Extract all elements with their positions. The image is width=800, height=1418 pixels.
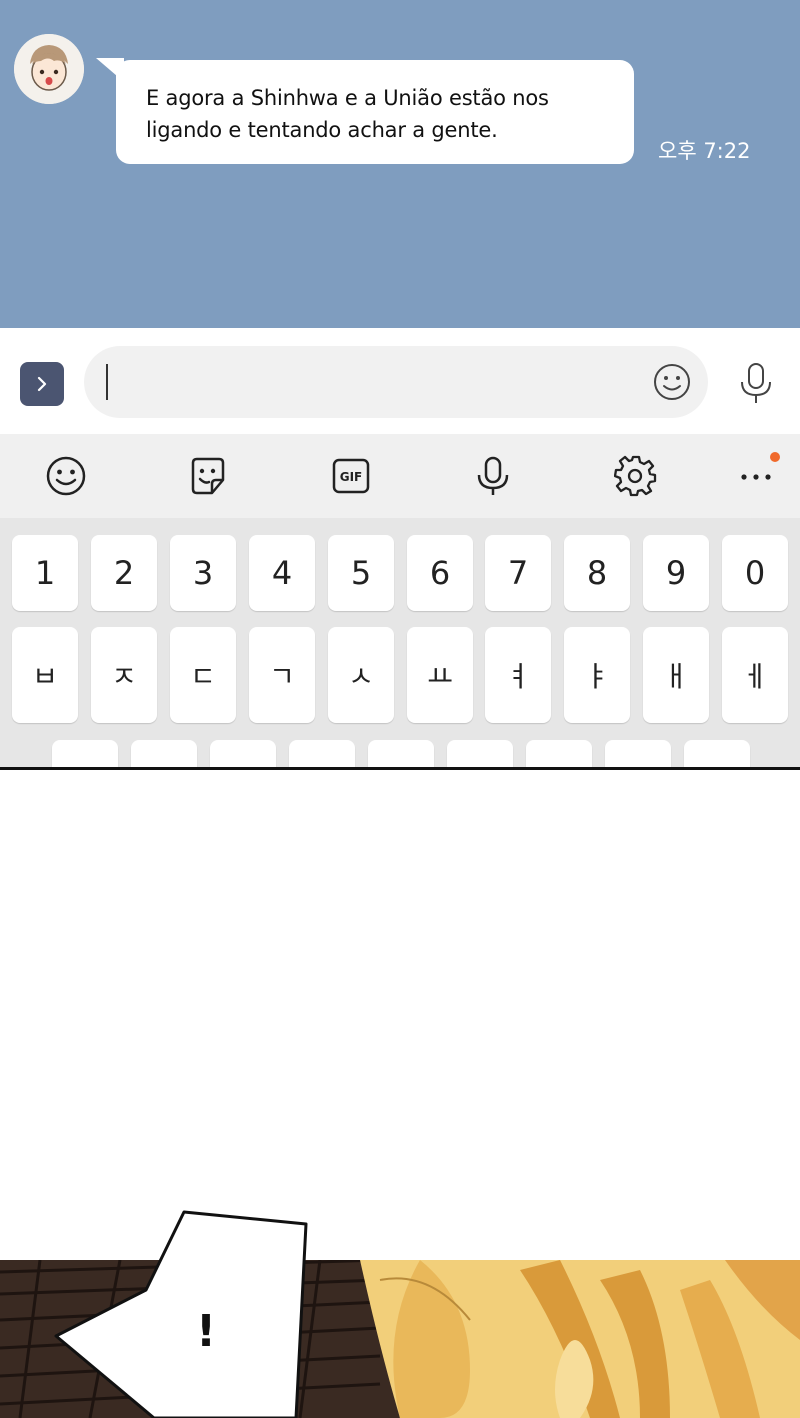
gif-icon: GIF: [332, 458, 370, 494]
smiley-icon: [654, 364, 690, 400]
voice-button[interactable]: [736, 362, 776, 406]
key-yeo[interactable]: ㅕ: [485, 627, 551, 723]
key-partial[interactable]: [210, 740, 276, 768]
key-3[interactable]: 3: [170, 535, 236, 611]
chat-panel: E agora a Shinhwa e a União estão nos li…: [0, 0, 800, 328]
key-5[interactable]: 5: [328, 535, 394, 611]
key-1[interactable]: 1: [12, 535, 78, 611]
keyboard-toolbar: GIF: [0, 434, 800, 518]
key-ae[interactable]: ㅐ: [643, 627, 709, 723]
key-7[interactable]: 7: [485, 535, 551, 611]
gif-label: GIF: [340, 470, 363, 484]
expand-button[interactable]: [20, 362, 64, 406]
key-siot[interactable]: ㅅ: [328, 627, 394, 723]
key-e[interactable]: ㅔ: [722, 627, 788, 723]
key-partial[interactable]: [131, 740, 197, 768]
avatar-face-icon: [14, 34, 84, 104]
toolbar-sticker-button[interactable]: [186, 454, 230, 498]
avatar[interactable]: [14, 34, 84, 104]
keyboard: 1 2 3 4 5 6 7 8 9 0 ㅂ ㅈ ㄷ ㄱ ㅅ ㅛ ㅕ ㅑ ㅐ ㅔ: [0, 518, 800, 768]
notification-dot: [770, 452, 780, 462]
key-4[interactable]: 4: [249, 535, 315, 611]
key-partial[interactable]: [289, 740, 355, 768]
microphone-icon: [741, 363, 771, 403]
key-partial[interactable]: [447, 740, 513, 768]
key-partial[interactable]: [52, 740, 118, 768]
sticker-icon: [191, 457, 225, 495]
key-0[interactable]: 0: [722, 535, 788, 611]
key-jieut[interactable]: ㅈ: [91, 627, 157, 723]
emoji-button[interactable]: [652, 362, 692, 402]
chevron-right-icon: [37, 376, 47, 392]
key-partial[interactable]: [526, 740, 592, 768]
key-ya[interactable]: ㅑ: [564, 627, 630, 723]
panel-border: [0, 767, 800, 770]
message-timestamp: 오후 7:22: [658, 139, 751, 163]
message-bubble[interactable]: E agora a Shinhwa e a União estão nos li…: [116, 60, 634, 164]
key-partial[interactable]: [605, 740, 671, 768]
toolbar-voice-button[interactable]: [471, 454, 515, 498]
toolbar-settings-button[interactable]: [614, 454, 658, 498]
key-8[interactable]: 8: [564, 535, 630, 611]
key-giyeok[interactable]: ㄱ: [249, 627, 315, 723]
key-bieup[interactable]: ㅂ: [12, 627, 78, 723]
emoji-icon: [46, 456, 86, 496]
text-cursor: [106, 364, 108, 400]
message-line-2: ligando e tentando achar a gente.: [146, 118, 498, 142]
key-partial[interactable]: [684, 740, 750, 768]
speech-bubble: [54, 1210, 308, 1418]
toolbar-emoji-button[interactable]: [44, 454, 88, 498]
settings-icon: [614, 455, 657, 497]
message-input[interactable]: [84, 346, 708, 418]
input-bar: [0, 328, 800, 434]
speech-bubble-text: !: [196, 1306, 217, 1357]
voice-input-icon: [477, 456, 509, 495]
key-yo[interactable]: ㅛ: [407, 627, 473, 723]
key-9[interactable]: 9: [643, 535, 709, 611]
key-partial[interactable]: [368, 740, 434, 768]
key-6[interactable]: 6: [407, 535, 473, 611]
key-digeut[interactable]: ㄷ: [170, 627, 236, 723]
key-2[interactable]: 2: [91, 535, 157, 611]
message-line-1: E agora a Shinhwa e a União estão nos: [146, 86, 549, 110]
toolbar-gif-button[interactable]: GIF: [329, 454, 373, 498]
